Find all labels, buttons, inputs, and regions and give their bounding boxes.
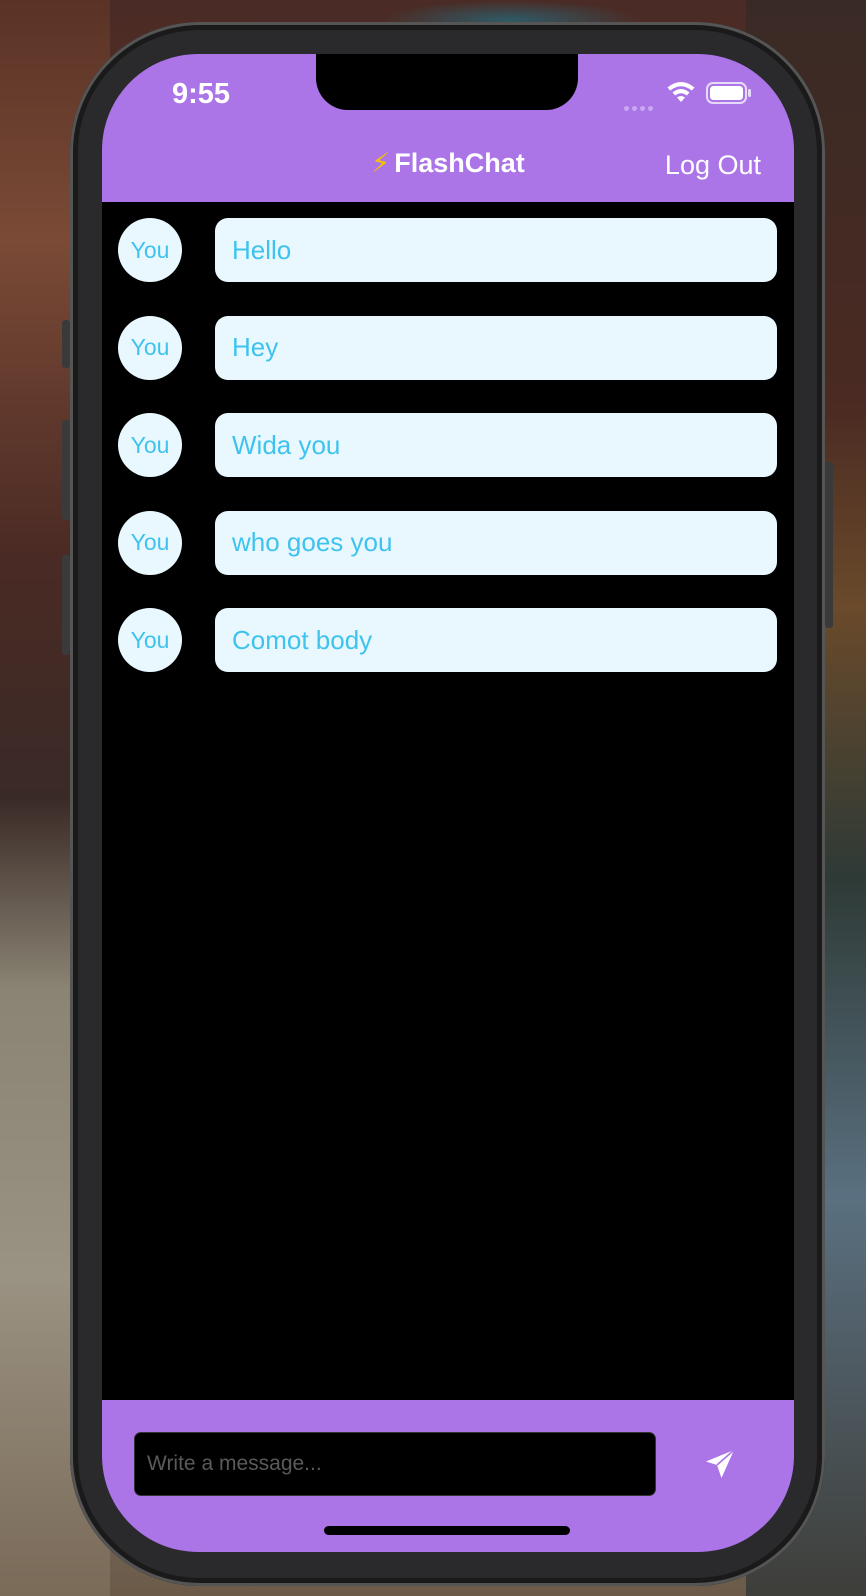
composer-bar bbox=[102, 1400, 794, 1552]
wifi-icon bbox=[667, 82, 695, 102]
power-button bbox=[825, 462, 833, 628]
message-bubble: Comot body bbox=[215, 608, 777, 672]
log-out-button[interactable]: Log Out bbox=[665, 150, 761, 181]
nav-header: 9:55 ⚡ FlashChat Log Out bbox=[102, 54, 794, 202]
paper-plane-icon bbox=[706, 1449, 735, 1478]
battery-icon bbox=[706, 82, 751, 104]
app-title-text: FlashChat bbox=[394, 148, 525, 178]
sender-avatar: You bbox=[118, 413, 182, 477]
message-bubble: Hey bbox=[215, 315, 777, 380]
message-bubble: who goes you bbox=[215, 510, 777, 575]
message-input[interactable] bbox=[134, 1432, 656, 1496]
message-row: You Comot body bbox=[102, 608, 794, 706]
message-row: You who goes you bbox=[102, 510, 794, 609]
volume-up-button bbox=[62, 420, 70, 520]
mute-switch bbox=[62, 320, 70, 368]
cellular-signal-icon bbox=[624, 98, 658, 111]
sender-avatar: You bbox=[118, 608, 182, 672]
status-time: 9:55 bbox=[172, 78, 231, 110]
volume-down-button bbox=[62, 555, 70, 655]
message-row: You Hello bbox=[102, 218, 794, 316]
message-bubble: Hello bbox=[215, 218, 777, 282]
message-list: You Hello You Hey You Wida you You who g… bbox=[102, 218, 794, 706]
device-notch bbox=[316, 54, 578, 110]
message-row: You Hey bbox=[102, 315, 794, 414]
send-button[interactable] bbox=[698, 1444, 742, 1484]
sender-avatar: You bbox=[118, 510, 182, 575]
app-screen: 9:55 ⚡ FlashChat Log Out You Hello You H… bbox=[102, 54, 794, 1552]
sender-avatar: You bbox=[118, 218, 182, 282]
lightning-bolt-icon: ⚡ bbox=[371, 148, 391, 178]
message-bubble: Wida you bbox=[215, 413, 777, 477]
message-row: You Wida you bbox=[102, 413, 794, 511]
home-indicator bbox=[324, 1526, 570, 1535]
sender-avatar: You bbox=[118, 315, 182, 380]
